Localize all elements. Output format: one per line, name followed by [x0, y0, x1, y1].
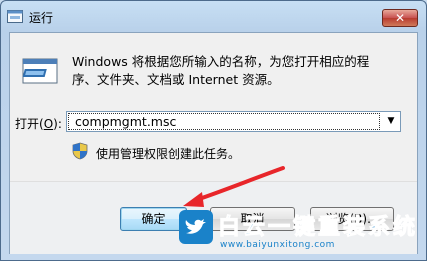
site-watermark: 白云一键重装系统 www.baiyunxitong.com: [178, 205, 423, 259]
watermark-title: 白云一键重装系统: [217, 215, 419, 241]
watermark-url: www.baiyunxitong.com: [220, 240, 335, 250]
twitter-bird-logo-icon: [179, 210, 213, 244]
